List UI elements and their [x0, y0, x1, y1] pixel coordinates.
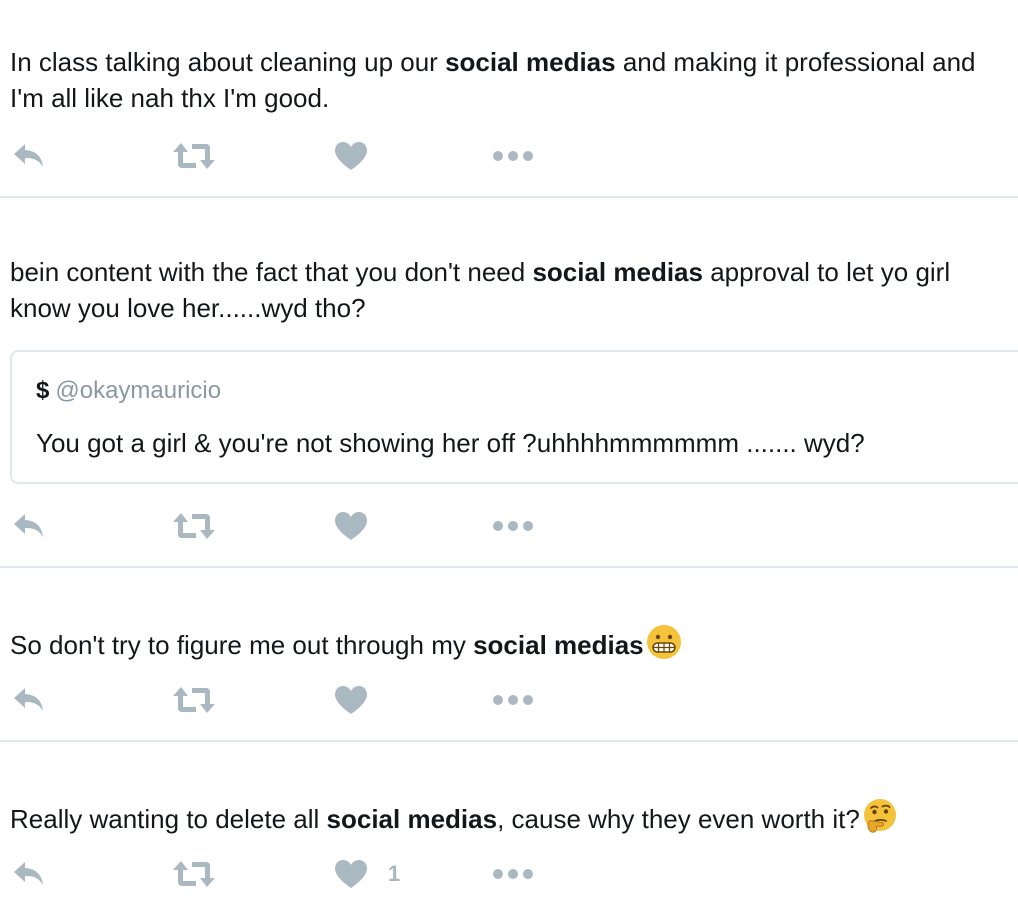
reply-button[interactable] [12, 854, 48, 894]
grimacing-face-emoji [646, 624, 682, 669]
tweet-highlight: social medias [473, 630, 644, 660]
reply-button[interactable] [12, 136, 48, 176]
tweet-highlight: social medias [445, 47, 616, 77]
more-icon [493, 869, 533, 879]
like-button[interactable] [334, 506, 368, 546]
tweet-text-part: Really wanting to delete all [10, 804, 327, 834]
tweet-text: In class talking about cleaning up our s… [10, 44, 1010, 116]
tweet-text-part: , cause why they even worth it? [497, 804, 860, 834]
more-icon [493, 151, 533, 161]
reply-icon [14, 144, 43, 167]
tweet-highlight: social medias [532, 257, 703, 287]
tweet-text-part: bein content with the fact that you don'… [10, 257, 533, 287]
reply-icon [14, 688, 43, 711]
like-button[interactable]: 1 [334, 854, 400, 894]
heart-icon [335, 860, 367, 888]
tweet-text-part: So don't try to figure me out through my [10, 630, 474, 660]
tweet-text-part: In class talking about cleaning up our [10, 47, 446, 77]
reply-icon [14, 514, 43, 537]
more-button[interactable] [492, 854, 534, 894]
like-button[interactable] [334, 680, 368, 720]
tweet-actions [0, 506, 1018, 546]
reply-icon [14, 862, 43, 885]
reply-button[interactable] [12, 680, 48, 720]
heart-icon [335, 686, 367, 714]
tweet-text: So don't try to figure me out through my… [10, 624, 1010, 669]
thinking-face-emoji [862, 798, 898, 843]
more-icon [493, 695, 533, 705]
quoted-tweet-author: $ @okaymauricio [36, 376, 221, 406]
heart-icon [335, 142, 367, 170]
tweet-highlight: social medias [326, 804, 498, 834]
quoted-tweet[interactable]: $ @okaymauricio You got a girl & you're n… [10, 350, 1018, 484]
quoted-tweet-text: You got a girl & you're not showing her … [36, 428, 865, 458]
retweet-icon [173, 861, 215, 887]
reply-button[interactable] [12, 506, 48, 546]
heart-icon [335, 512, 367, 540]
retweet-button[interactable] [172, 136, 216, 176]
quoted-tweet-name: $ [36, 377, 50, 404]
retweet-button[interactable] [172, 854, 216, 894]
tweet-text: Really wanting to delete all social medi… [10, 798, 1010, 843]
more-button[interactable] [492, 136, 534, 176]
retweet-button[interactable] [172, 680, 216, 720]
tweet-divider [0, 196, 1018, 198]
tweet-actions [0, 680, 1018, 720]
retweet-icon [173, 513, 215, 539]
more-button[interactable] [492, 506, 534, 546]
retweet-icon [173, 687, 215, 713]
tweet-divider [0, 566, 1018, 568]
like-button[interactable] [334, 136, 368, 176]
tweet-actions [0, 136, 1018, 176]
quoted-tweet-handle[interactable]: @okaymauricio [55, 377, 221, 404]
retweet-icon [173, 143, 215, 169]
tweet-actions: 1 [0, 854, 1018, 894]
tweet-text: bein content with the fact that you don'… [10, 254, 1010, 326]
retweet-button[interactable] [172, 506, 216, 546]
like-count: 1 [388, 861, 401, 886]
tweet-divider [0, 740, 1018, 742]
more-button[interactable] [492, 680, 534, 720]
more-icon [493, 521, 533, 531]
